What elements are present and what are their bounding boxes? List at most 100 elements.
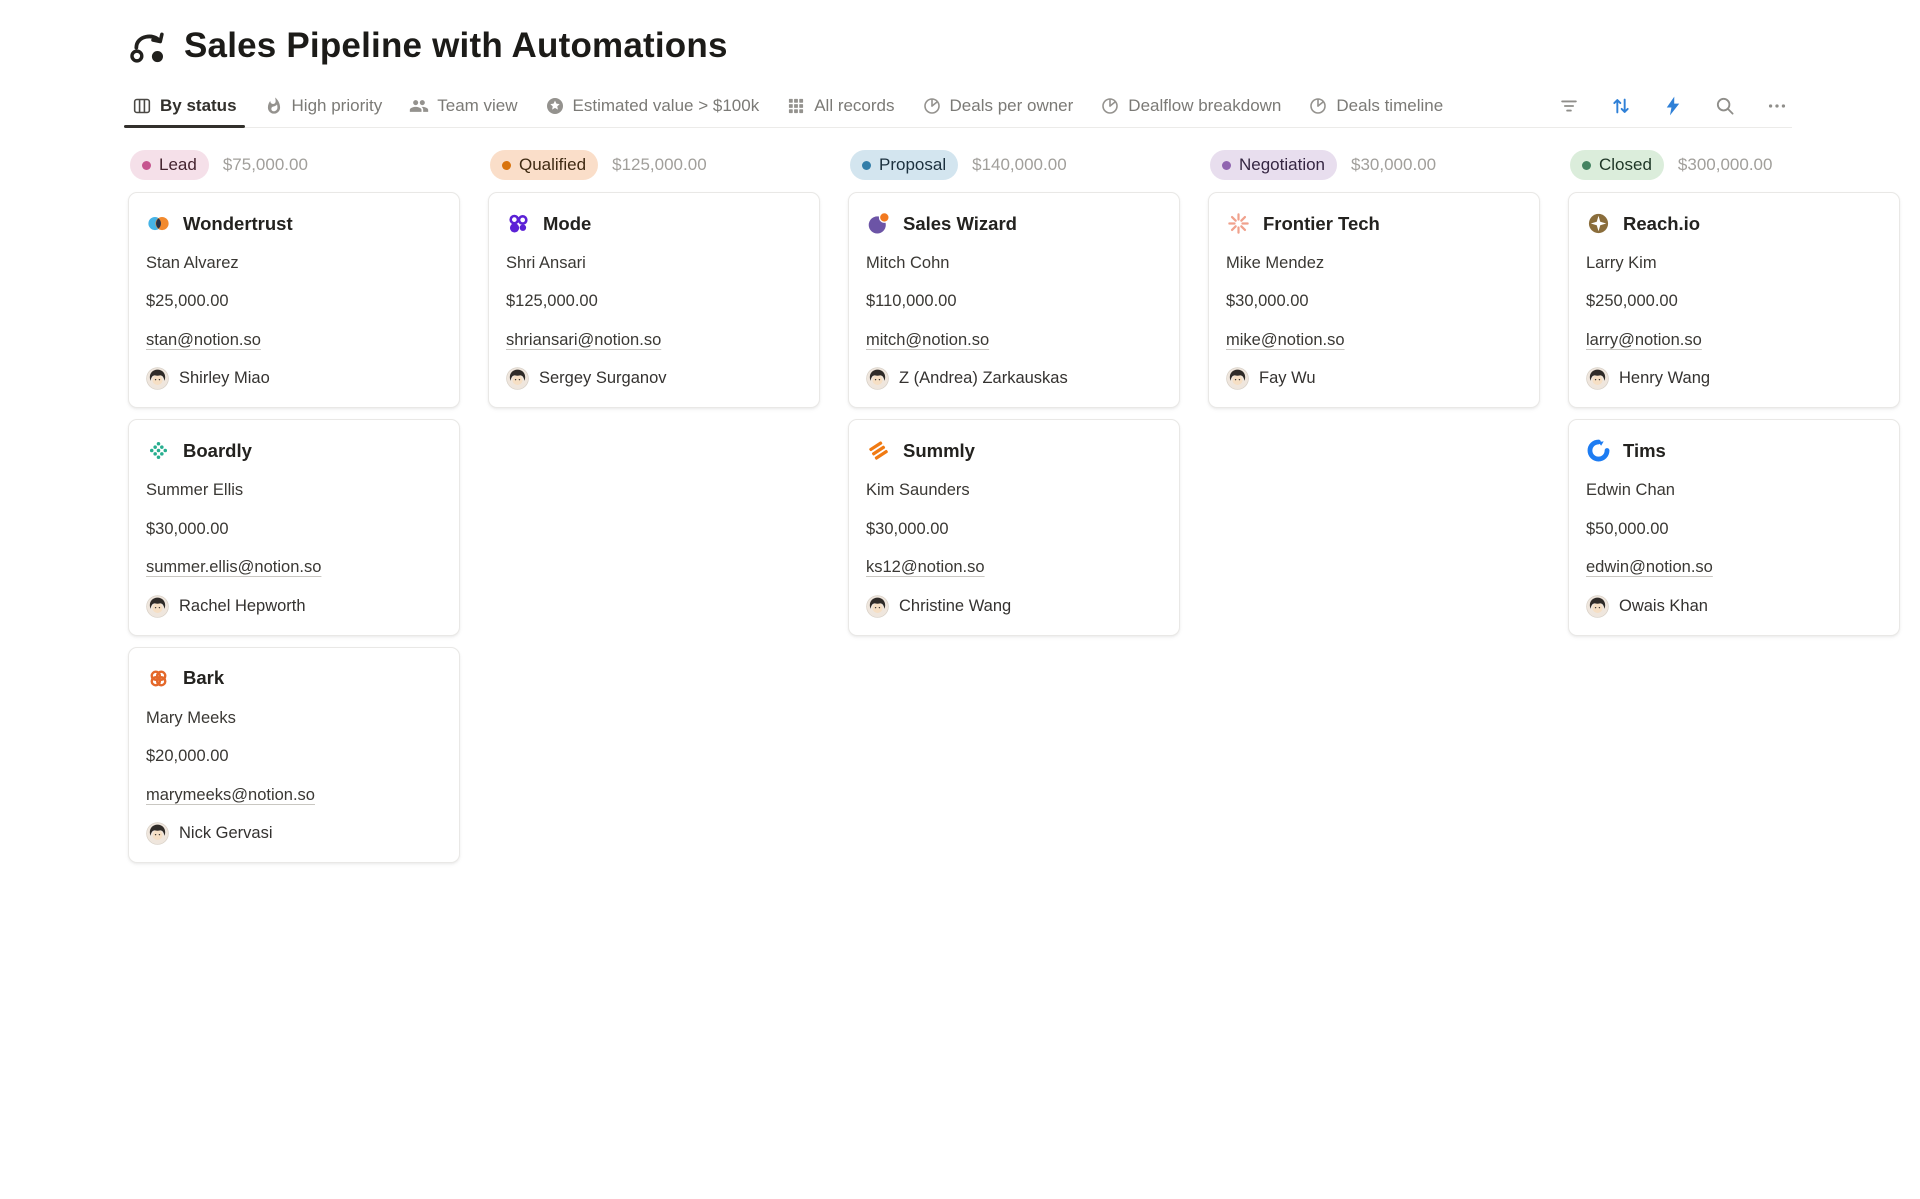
tab-label: All records xyxy=(814,96,894,116)
owner-row: Fay Wu xyxy=(1226,367,1522,392)
owner-row: Rachel Hepworth xyxy=(146,595,442,620)
pie-chart-icon xyxy=(1308,96,1328,116)
deal-card[interactable]: Wondertrust Stan Alvarez $25,000.00 stan… xyxy=(128,192,460,408)
column-sum: $30,000.00 xyxy=(1351,155,1436,175)
sales-pipeline-page: Sales Pipeline with Automations By statu… xyxy=(0,0,1920,874)
email-link[interactable]: edwin@notion.so xyxy=(1586,558,1713,576)
more-icon[interactable] xyxy=(1766,95,1788,117)
tab-label: High priority xyxy=(292,96,383,116)
deal-card[interactable]: Reach.io Larry Kim $250,000.00 larry@not… xyxy=(1568,192,1900,408)
search-icon[interactable] xyxy=(1714,95,1736,117)
board-column: Lead $75,000.00 Wondertrust Stan Alvarez… xyxy=(128,150,460,874)
owner-name: Z (Andrea) Zarkauskas xyxy=(899,369,1068,388)
company-name: Reach.io xyxy=(1623,213,1700,235)
tab-label: Estimated value > $100k xyxy=(573,96,760,116)
card-header: Reach.io xyxy=(1586,211,1882,236)
deal-amount: $110,000.00 xyxy=(866,291,1162,312)
view-toolbar xyxy=(1558,95,1792,117)
status-dot-icon xyxy=(142,161,151,170)
email-link[interactable]: marymeeks@notion.so xyxy=(146,786,315,804)
deal-card[interactable]: Summly Kim Saunders $30,000.00 ks12@noti… xyxy=(848,419,1180,635)
company-name: Summly xyxy=(903,440,975,462)
email-link[interactable]: stan@notion.so xyxy=(146,331,261,349)
status-pill[interactable]: Negotiation xyxy=(1210,150,1337,180)
avatar xyxy=(1226,367,1249,390)
owner-name: Shirley Miao xyxy=(179,369,270,388)
pie-chart-icon xyxy=(1100,96,1120,116)
mode-logo-icon xyxy=(506,211,531,236)
filter-icon[interactable] xyxy=(1558,95,1580,117)
deal-card[interactable]: Frontier Tech Mike Mendez $30,000.00 mik… xyxy=(1208,192,1540,408)
owner-name: Rachel Hepworth xyxy=(179,597,306,616)
contact-name: Mitch Cohn xyxy=(866,253,1162,274)
column-cards: Sales Wizard Mitch Cohn $110,000.00 mitc… xyxy=(848,192,1180,636)
tab-by-status[interactable]: By status xyxy=(128,84,241,127)
column-header: Proposal $140,000.00 xyxy=(848,150,1180,180)
email-link[interactable]: shriansari@notion.so xyxy=(506,331,661,349)
avatar xyxy=(146,367,169,390)
board-column: Closed $300,000.00 Reach.io Larry Kim $2… xyxy=(1568,150,1900,647)
tab-all-records[interactable]: All records xyxy=(782,84,898,127)
status-dot-icon xyxy=(1222,161,1231,170)
automations-bolt-icon[interactable] xyxy=(1662,95,1684,117)
status-pill[interactable]: Qualified xyxy=(490,150,598,180)
company-name: Sales Wizard xyxy=(903,213,1017,235)
email-link[interactable]: mike@notion.so xyxy=(1226,331,1345,349)
tab-label: Deals timeline xyxy=(1336,96,1443,116)
contact-name: Shri Ansari xyxy=(506,253,802,274)
deal-card[interactable]: Boardly Summer Ellis $30,000.00 summer.e… xyxy=(128,419,460,635)
column-cards: Mode Shri Ansari $125,000.00 shriansari@… xyxy=(488,192,820,408)
tab-deals-timeline[interactable]: Deals timeline xyxy=(1304,84,1447,127)
tab-high-priority[interactable]: High priority xyxy=(260,84,387,127)
deal-card[interactable]: Bark Mary Meeks $20,000.00 marymeeks@not… xyxy=(128,647,460,863)
tab-dealflow-breakdown[interactable]: Dealflow breakdown xyxy=(1096,84,1285,127)
tab-label: By status xyxy=(160,96,237,116)
avatar xyxy=(1586,595,1609,618)
card-header: Boardly xyxy=(146,438,442,463)
column-cards: Frontier Tech Mike Mendez $30,000.00 mik… xyxy=(1208,192,1540,408)
email-link[interactable]: larry@notion.so xyxy=(1586,331,1702,349)
status-dot-icon xyxy=(1582,161,1591,170)
tab-deals-per-owner[interactable]: Deals per owner xyxy=(918,84,1078,127)
deal-card[interactable]: Tims Edwin Chan $50,000.00 edwin@notion.… xyxy=(1568,419,1900,635)
email-field: marymeeks@notion.so xyxy=(146,785,442,806)
owner-name: Sergey Surganov xyxy=(539,369,667,388)
deal-card[interactable]: Mode Shri Ansari $125,000.00 shriansari@… xyxy=(488,192,820,408)
tab-team-view[interactable]: Team view xyxy=(405,84,521,127)
email-link[interactable]: mitch@notion.so xyxy=(866,331,989,349)
deal-amount: $30,000.00 xyxy=(866,519,1162,540)
deal-amount: $30,000.00 xyxy=(146,519,442,540)
sort-icon[interactable] xyxy=(1610,95,1632,117)
bark-logo-icon xyxy=(146,666,171,691)
status-pill[interactable]: Closed xyxy=(1570,150,1664,180)
email-link[interactable]: summer.ellis@notion.so xyxy=(146,558,321,576)
status-pill[interactable]: Lead xyxy=(130,150,209,180)
contact-name: Mike Mendez xyxy=(1226,253,1522,274)
status-dot-icon xyxy=(502,161,511,170)
owner-row: Nick Gervasi xyxy=(146,822,442,847)
company-name: Wondertrust xyxy=(183,213,293,235)
column-header: Negotiation $30,000.00 xyxy=(1208,150,1540,180)
pie-chart-icon xyxy=(922,96,942,116)
contact-name: Stan Alvarez xyxy=(146,253,442,274)
card-header: Tims xyxy=(1586,438,1882,463)
tab-estimated-value[interactable]: Estimated value > $100k xyxy=(541,84,764,127)
page-title: Sales Pipeline with Automations xyxy=(184,26,728,66)
status-pill[interactable]: Proposal xyxy=(850,150,958,180)
view-tabs: By status High priority Team view Estima… xyxy=(128,84,1447,127)
email-link[interactable]: ks12@notion.so xyxy=(866,558,985,576)
column-sum: $300,000.00 xyxy=(1678,155,1773,175)
deal-amount: $50,000.00 xyxy=(1586,519,1882,540)
owner-row: Christine Wang xyxy=(866,595,1162,620)
company-name: Frontier Tech xyxy=(1263,213,1380,235)
card-header: Bark xyxy=(146,666,442,691)
owner-name: Henry Wang xyxy=(1619,369,1710,388)
contact-name: Edwin Chan xyxy=(1586,480,1882,501)
column-header: Lead $75,000.00 xyxy=(128,150,460,180)
column-sum: $125,000.00 xyxy=(612,155,707,175)
contact-name: Kim Saunders xyxy=(866,480,1162,501)
email-field: stan@notion.so xyxy=(146,330,442,351)
deal-amount: $250,000.00 xyxy=(1586,291,1882,312)
email-field: shriansari@notion.so xyxy=(506,330,802,351)
deal-card[interactable]: Sales Wizard Mitch Cohn $110,000.00 mitc… xyxy=(848,192,1180,408)
